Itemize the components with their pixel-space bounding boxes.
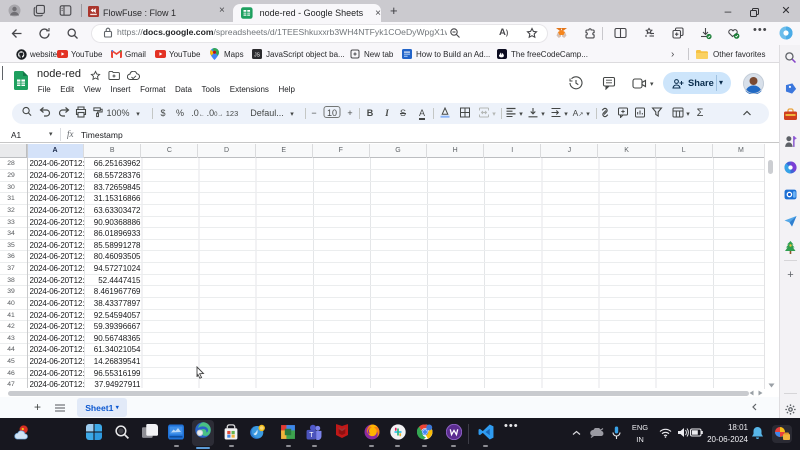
svg-text:T: T [309,432,314,439]
svg-text:JS: JS [254,53,261,59]
